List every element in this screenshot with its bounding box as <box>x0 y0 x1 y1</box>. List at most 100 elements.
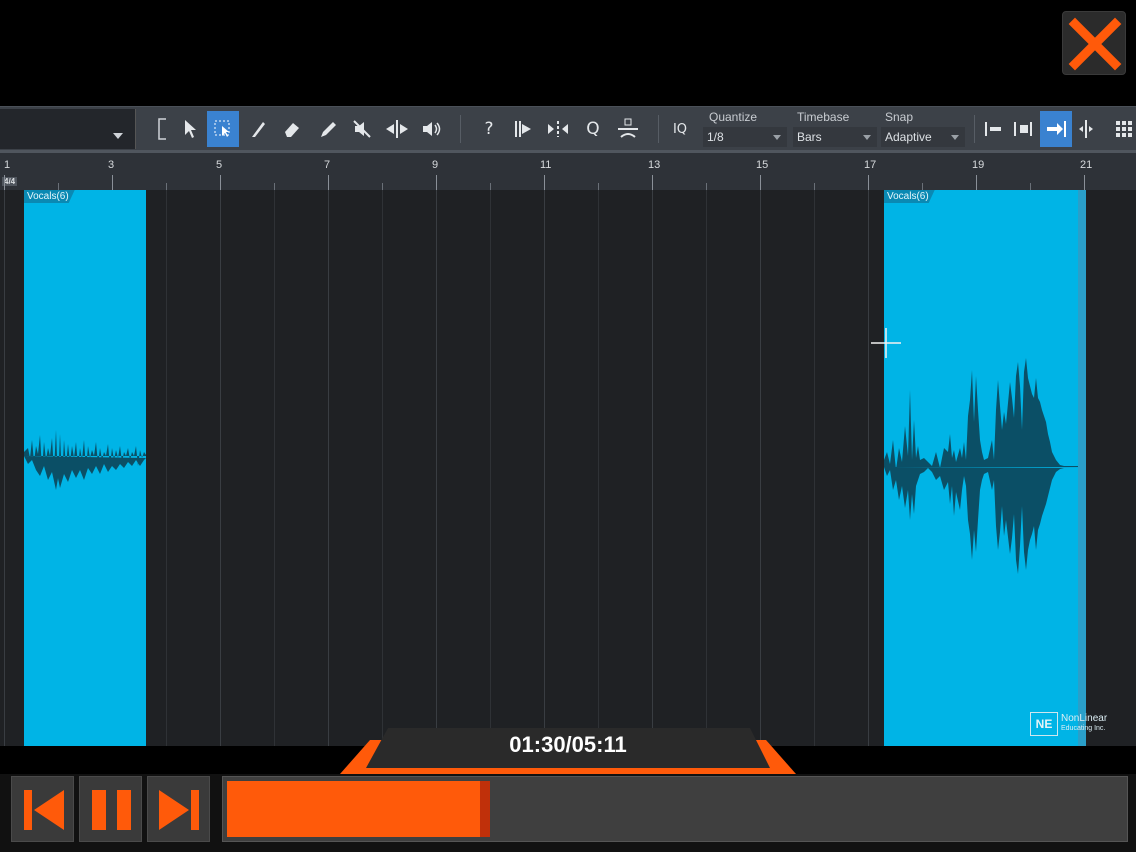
arrow-icon <box>185 120 196 138</box>
snap-mode-button[interactable] <box>978 111 1010 147</box>
ruler-tick-label: 3 <box>108 159 115 171</box>
split-cursor-icon <box>1079 120 1093 138</box>
snap-to-cursor-button[interactable] <box>1040 111 1072 147</box>
bend-icon <box>386 120 408 138</box>
timebase-select[interactable]: Bars <box>793 127 877 147</box>
mute-tool-button[interactable] <box>346 111 378 147</box>
chevron-down-icon <box>951 135 959 140</box>
grid-line <box>328 190 329 746</box>
ruler-bar-line <box>4 175 5 190</box>
ruler-tick-label: 13 <box>648 159 661 171</box>
pause-icon <box>92 790 131 830</box>
quantize-value: 1/8 <box>707 130 724 144</box>
ruler-tick-label: 7 <box>324 159 331 171</box>
waveform <box>24 430 146 490</box>
snap-grid-button[interactable] <box>1070 111 1102 147</box>
grid-line <box>868 190 869 746</box>
grid-line <box>706 190 707 746</box>
quantize-select[interactable]: 1/8 <box>703 127 787 147</box>
close-button[interactable] <box>1062 11 1126 75</box>
ruler-bar-line <box>328 175 329 190</box>
ruler-minor-line <box>598 183 599 190</box>
skip-forward-button[interactable] <box>147 776 210 842</box>
grid-line <box>814 190 815 746</box>
ruler-tick-label: 17 <box>864 159 877 171</box>
grid-line <box>382 190 383 746</box>
quantize-label: Quantize <box>709 110 758 124</box>
timeline-ruler[interactable]: 4/4 1 3 5 7 9 11 13 15 17 19 21 <box>0 150 1136 190</box>
grid-line <box>652 190 653 746</box>
toolbar: ? Q IQ Quantize 1/8 Timebase Bars Snap A… <box>0 106 1136 150</box>
snap-select[interactable]: Adaptive <box>881 127 965 147</box>
ruler-minor-line <box>1030 183 1031 190</box>
grid-view-button[interactable] <box>1108 111 1136 147</box>
quantize-button[interactable]: Q <box>577 111 609 147</box>
pause-button[interactable] <box>79 776 142 842</box>
ruler-bar-line <box>760 175 761 190</box>
chevron-down-icon <box>773 135 781 140</box>
split-tool-button[interactable] <box>242 111 274 147</box>
skip-back-icon <box>24 790 64 830</box>
audio-clip[interactable]: Vocals(6) <box>24 190 146 746</box>
progress-fill <box>227 781 490 837</box>
ruler-tick-label: 1 <box>4 159 11 171</box>
ruler-minor-line <box>706 183 707 190</box>
grid-line <box>166 190 167 746</box>
timebase-value: Bars <box>797 130 822 144</box>
skip-forward-icon <box>159 790 199 830</box>
progress-handle[interactable] <box>480 781 490 837</box>
transient-icon <box>548 121 568 137</box>
ruler-bar-line <box>976 175 977 190</box>
ruler-tick-label: 9 <box>432 159 439 171</box>
ruler-bar-line <box>220 175 221 190</box>
clip-name: Vocals(6) <box>24 190 75 203</box>
range-tool-button[interactable] <box>207 111 239 147</box>
watermark-line2: Educating Inc. <box>1061 725 1106 732</box>
snap-value: Adaptive <box>885 130 932 144</box>
ruler-tick-label: 5 <box>216 159 223 171</box>
groove-button[interactable] <box>612 111 644 147</box>
snap-events-icon <box>1014 122 1032 136</box>
ruler-tick-label: 15 <box>756 159 769 171</box>
chevron-down-icon <box>113 133 123 139</box>
arrange-view[interactable]: Vocals(6) Vocals(6) NE NonLinear Educati… <box>0 190 1136 746</box>
timebase-label: Timebase <box>797 110 850 124</box>
ruler-bar-line <box>436 175 437 190</box>
waveform <box>884 190 1086 746</box>
iq-button[interactable]: IQ <box>664 111 696 147</box>
grid-line <box>274 190 275 746</box>
help-button[interactable]: ? <box>473 111 505 147</box>
audio-clip[interactable]: Vocals(6) <box>884 190 1086 746</box>
snap-mode-icon <box>985 122 1001 136</box>
track-selector[interactable] <box>0 109 136 149</box>
eraser-tool-button[interactable] <box>276 111 308 147</box>
ruler-bar-line <box>652 175 653 190</box>
ruler-minor-line <box>382 183 383 190</box>
progress-track[interactable] <box>222 776 1128 842</box>
ruler-minor-line <box>274 183 275 190</box>
grid-line <box>598 190 599 746</box>
q-label: Q <box>586 119 600 139</box>
paint-tool-button[interactable] <box>312 111 344 147</box>
skip-back-button[interactable] <box>11 776 74 842</box>
range-select-icon <box>214 120 230 137</box>
watermark-line1: NonLinear <box>1061 713 1108 724</box>
ruler-minor-line <box>490 183 491 190</box>
grid-line <box>490 190 491 746</box>
grid-line <box>436 190 437 746</box>
snap-events-button[interactable] <box>1007 111 1039 147</box>
iq-label: IQ <box>672 121 688 137</box>
ruler-minor-line <box>814 183 815 190</box>
arrow-tool-button[interactable] <box>174 111 206 147</box>
audio-bend-button[interactable] <box>508 111 540 147</box>
help-label: ? <box>484 119 494 139</box>
transient-button[interactable] <box>542 111 574 147</box>
knife-icon <box>252 122 265 137</box>
groove-icon <box>618 118 638 138</box>
bend-tool-button[interactable] <box>381 111 413 147</box>
listen-tool-button[interactable] <box>416 111 448 147</box>
watermark-logo: NE <box>1030 712 1058 736</box>
arrow-right-icon <box>1047 121 1066 137</box>
grid-line <box>4 190 5 746</box>
crosshair-cursor-icon <box>871 328 901 358</box>
